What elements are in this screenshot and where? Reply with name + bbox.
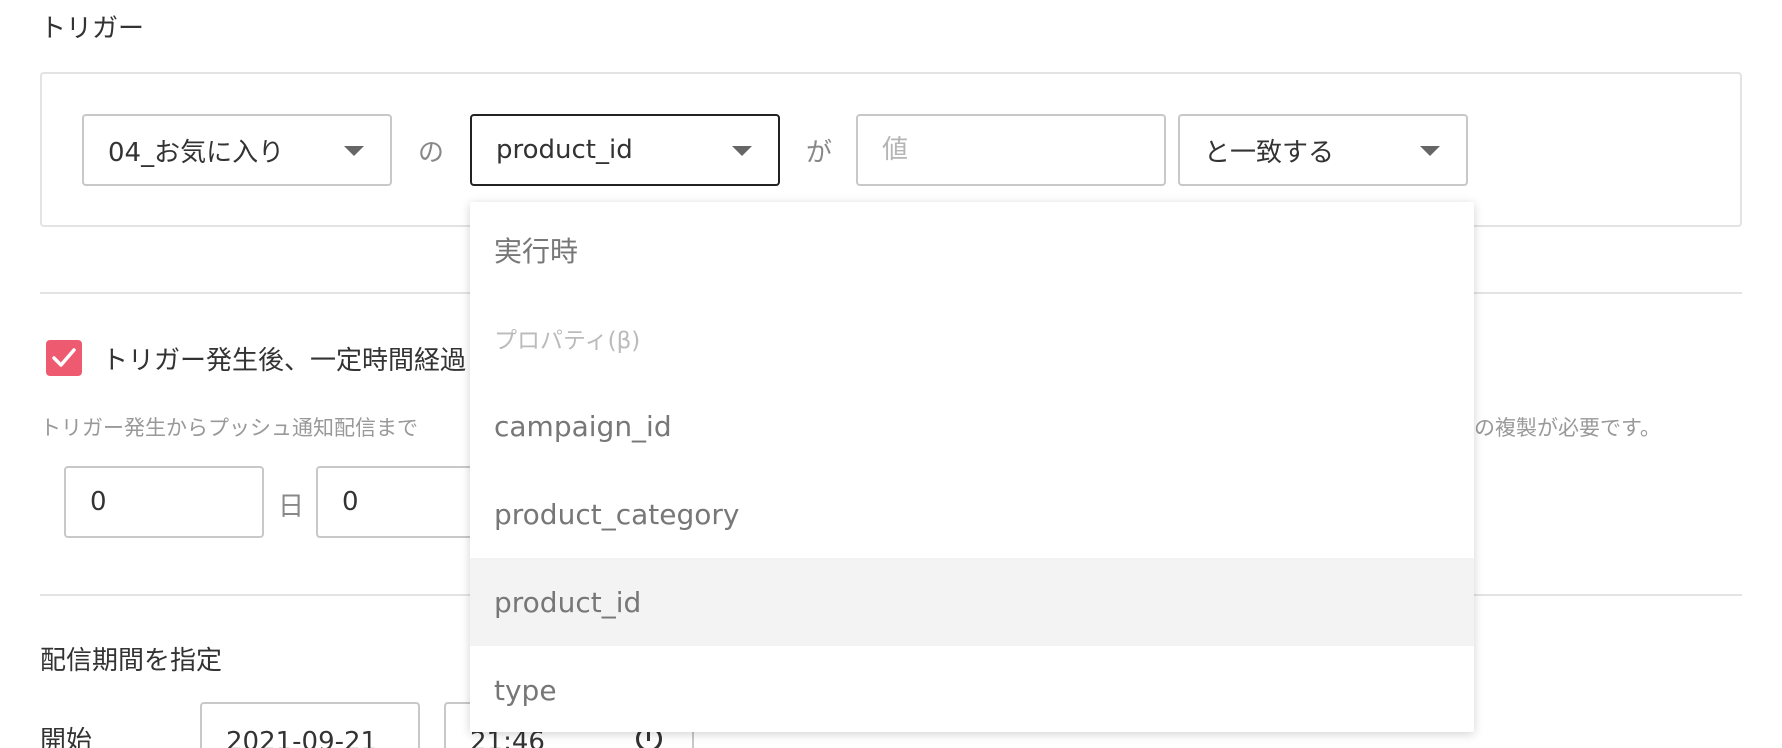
dropdown-group-properties: プロパティ(β): [494, 328, 641, 354]
chevron-down-icon: [344, 146, 364, 156]
event-select[interactable]: 04_お気に入り: [82, 114, 392, 186]
property-select[interactable]: product_id: [470, 114, 780, 186]
schedule-title: 配信期間を指定: [40, 646, 223, 676]
dropdown-option-product-category[interactable]: product_category: [470, 470, 1474, 558]
operator-select[interactable]: と一致する: [1178, 114, 1468, 186]
delay-checkbox[interactable]: [46, 340, 82, 376]
property-select-value: product_id: [496, 135, 633, 165]
start-date-input[interactable]: [200, 702, 420, 748]
value-input[interactable]: [856, 114, 1166, 186]
delay-checkbox-label: トリガー発生後、一定時間経過: [102, 346, 467, 376]
dropdown-option-runtime[interactable]: 実行時: [470, 206, 1474, 294]
dropdown-option-campaign-id[interactable]: campaign_id: [470, 382, 1474, 470]
connector-no: の: [418, 138, 445, 168]
days-unit: 日: [278, 492, 305, 522]
property-dropdown-menu: 実行時 プロパティ(β) campaign_id product_categor…: [470, 202, 1474, 732]
delay-help-text: トリガー発生からプッシュ通知配信まで: [40, 416, 418, 440]
dropdown-option-product-id[interactable]: product_id: [470, 558, 1474, 646]
chevron-down-icon: [732, 146, 752, 156]
checkmark-icon: [52, 348, 76, 367]
connector-ga: が: [806, 138, 833, 168]
days-input[interactable]: [64, 466, 264, 538]
operator-select-value: と一致する: [1204, 137, 1335, 168]
trigger-title: トリガー: [40, 14, 145, 44]
event-select-value: 04_お気に入り: [108, 137, 285, 168]
delay-help-text-suffix: の複製が必要です。: [1474, 416, 1661, 440]
start-label: 開始: [40, 726, 93, 748]
dropdown-option-type[interactable]: type: [470, 646, 1474, 734]
chevron-down-icon: [1420, 146, 1440, 156]
